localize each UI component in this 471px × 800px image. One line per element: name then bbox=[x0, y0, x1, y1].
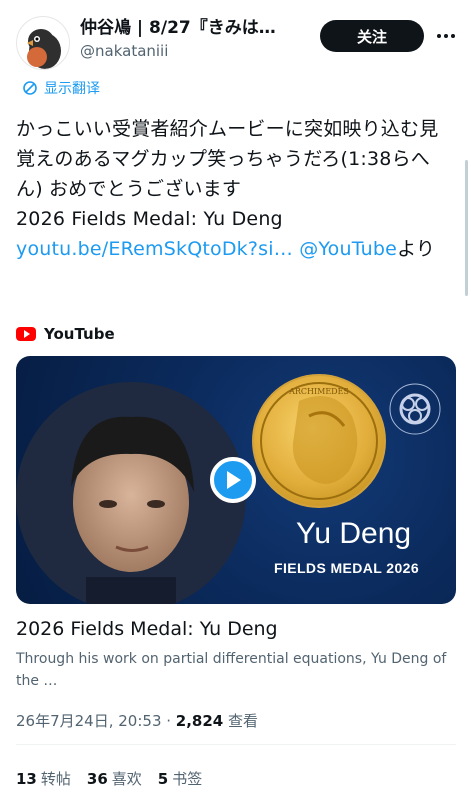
timestamp-row: 26年7月24日, 20:53 · 2,824 查看 bbox=[16, 710, 258, 732]
portrait-image bbox=[16, 382, 246, 604]
likes-stat[interactable]: 36 喜欢 bbox=[87, 768, 142, 790]
likes-count: 36 bbox=[86, 770, 108, 788]
card-subtitle: FIELDS MEDAL 2026 bbox=[274, 560, 420, 576]
user-block: 仲谷鳰 | 8/27『きみは… @nakataniii bbox=[80, 16, 316, 62]
user-handle[interactable]: @nakataniii bbox=[80, 40, 316, 62]
views-label: 查看 bbox=[223, 712, 259, 730]
tweet-suffix: より bbox=[397, 238, 436, 260]
bookmarks-count: 5 bbox=[157, 770, 169, 788]
tweet-url-link[interactable]: youtu.be/ERemSkQtoDk?si… bbox=[16, 238, 293, 260]
tweet-body: かっこいい受賞者紹介ムービーに突如映り込む見覚えのあるマグカップ笑っちゃうだろ(… bbox=[16, 118, 439, 200]
translate-link[interactable]: 显示翻译 bbox=[22, 78, 100, 98]
scrollbar[interactable] bbox=[465, 160, 468, 296]
fields-medal-image: ARCHIMEDES bbox=[252, 374, 386, 508]
retweets-stat[interactable]: 13 转帖 bbox=[16, 768, 71, 790]
likes-label: 喜欢 bbox=[111, 770, 142, 788]
bookmarks-label: 书签 bbox=[172, 770, 203, 788]
tweet-header: 仲谷鳰 | 8/27『きみは… @nakataniii 关注 bbox=[16, 10, 456, 70]
tweet-page: 仲谷鳰 | 8/27『きみは… @nakataniii 关注 显示翻译 かっこい… bbox=[0, 0, 471, 800]
tweet-text: かっこいい受賞者紹介ムービーに突如映り込む見覚えのあるマグカップ笑っちゃうだろ(… bbox=[16, 114, 456, 264]
translate-icon bbox=[23, 81, 37, 95]
retweets-count: 13 bbox=[16, 770, 37, 788]
tweet-link-intro: 2026 Fields Medal: Yu Deng bbox=[16, 208, 283, 230]
display-name[interactable]: 仲谷鳰 | 8/27『きみは… bbox=[80, 16, 316, 40]
video-title[interactable]: 2026 Fields Medal: Yu Deng bbox=[16, 616, 278, 642]
card-source-label: YouTube bbox=[44, 325, 115, 343]
imu-logo-icon bbox=[388, 382, 442, 436]
follow-button[interactable]: 关注 bbox=[320, 20, 424, 52]
engagement-stats: 13 转帖 36 喜欢 5 书签 bbox=[16, 768, 202, 790]
play-button[interactable] bbox=[210, 457, 256, 503]
bird-avatar-icon bbox=[27, 29, 61, 69]
avatar[interactable] bbox=[16, 16, 70, 70]
retweets-label: 转帖 bbox=[40, 770, 71, 788]
play-icon bbox=[227, 471, 241, 489]
more-horizontal-icon[interactable] bbox=[436, 26, 456, 46]
video-card[interactable]: ARCHIMEDES Yu Deng FIELDS MEDAL 2026 bbox=[16, 356, 456, 604]
video-description: Through his work on partial differential… bbox=[16, 651, 447, 689]
translate-label: 显示翻译 bbox=[44, 81, 100, 97]
card-source: YouTube bbox=[16, 325, 115, 343]
medal-text: ARCHIMEDES bbox=[288, 387, 349, 396]
card-name: Yu Deng bbox=[296, 517, 412, 550]
bookmarks-stat[interactable]: 5 书签 bbox=[158, 768, 202, 790]
youtube-mention-link[interactable]: @YouTube bbox=[299, 238, 397, 260]
views-count: 2,824 bbox=[175, 712, 224, 730]
tweet-time[interactable]: 26年7月24日, 20:53 · bbox=[16, 712, 176, 730]
youtube-icon bbox=[16, 327, 36, 341]
divider bbox=[16, 744, 456, 745]
